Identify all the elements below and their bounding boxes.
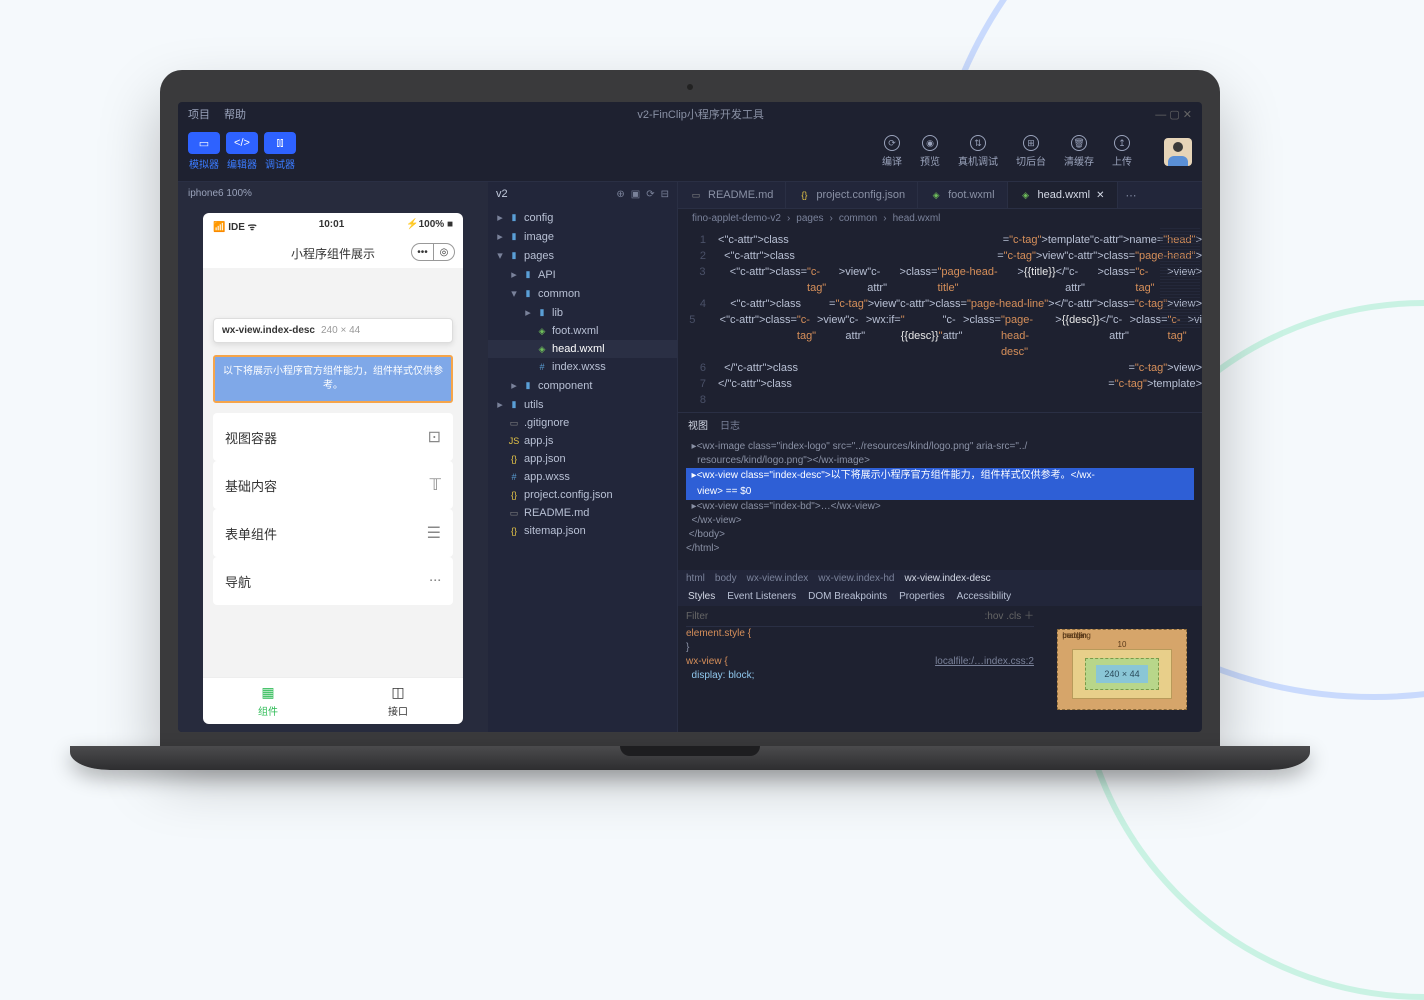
tree-node[interactable]: ◈head.wxml [488, 340, 677, 358]
phone-tab[interactable]: ▦组件 [203, 678, 333, 724]
editor-tab[interactable]: ▭README.md [678, 182, 786, 208]
camera-dot [687, 84, 693, 90]
devtools-panel: 视图 日志 ▸<wx-image class="index-logo" src=… [678, 412, 1202, 732]
style-tab[interactable]: Properties [899, 591, 945, 602]
highlight-overlay: 以下将展示小程序官方组件能力，组件样式仅供参考。 [213, 355, 453, 403]
mode-editor-btn[interactable]: </> [226, 132, 258, 154]
refresh-icon[interactable]: ⟳ [646, 189, 654, 200]
inspect-tooltip: wx-view.index-desc240 × 44 [213, 318, 453, 343]
tool-预览[interactable]: ◉预览 [920, 135, 940, 168]
styles-filter[interactable]: Filter [686, 610, 708, 624]
tree-node[interactable]: ▾▮pages [488, 246, 677, 265]
new-file-icon[interactable]: ⊕ [616, 189, 624, 200]
crumb-seg[interactable]: pages [796, 213, 823, 224]
mode-debugger-btn[interactable]: ⫾⫾ [264, 132, 296, 154]
capsule-menu-icon[interactable]: ••• [411, 243, 433, 261]
new-folder-icon[interactable]: ▣ [631, 189, 640, 200]
tree-node[interactable]: ▸▮lib [488, 303, 677, 322]
tree-node[interactable]: {}project.config.json [488, 486, 677, 504]
editor-tab[interactable]: ◈foot.wxml [918, 182, 1007, 208]
style-tab[interactable]: Event Listeners [727, 591, 796, 602]
ide-window: 项目 帮助 v2-FinClip小程序开发工具 — ▢ ✕ ▭ </> ⫾⫾ 模… [178, 102, 1202, 732]
tree-node[interactable]: ▭.gitignore [488, 414, 677, 432]
menubar: 项目 帮助 v2-FinClip小程序开发工具 — ▢ ✕ [178, 102, 1202, 126]
style-tab[interactable]: Styles [688, 591, 715, 602]
menu-item[interactable]: 导航ᐧᐧᐧ [213, 557, 453, 605]
tree-root-label: v2 [496, 188, 508, 200]
mode-debugger-label: 调试器 [265, 156, 295, 171]
tree-node[interactable]: JSapp.js [488, 432, 677, 450]
minimap[interactable] [1160, 228, 1200, 328]
phone-tab[interactable]: ◫接口 [333, 678, 463, 724]
tool-编译[interactable]: ⟳编译 [882, 135, 902, 168]
menu-item[interactable]: 基础内容𝕋 [213, 461, 453, 509]
tree-node[interactable]: ◈foot.wxml [488, 322, 677, 340]
style-tab[interactable]: Accessibility [957, 591, 1011, 602]
phone-status-right: ⚡100% ■ [406, 219, 453, 233]
simulator-panel: iphone6 100% 📶 IDE ᯤ 10:01 ⚡100% ■ 小程序组件… [178, 182, 488, 732]
toolbar: ▭ </> ⫾⫾ 模拟器 编辑器 调试器 ⟳编译 ◉预览 ⇅真机调试 ⊞切后台 🗑清缓存… [178, 126, 1202, 181]
editor-tab[interactable]: {}project.config.json [786, 182, 918, 208]
styles-hov[interactable]: :hov .cls ＋ [985, 610, 1034, 624]
menu-help[interactable]: 帮助 [224, 106, 246, 122]
tool-上传[interactable]: ↥上传 [1112, 135, 1132, 168]
dom-crumb[interactable]: wx-view.index-hd [818, 573, 894, 584]
window-title: v2-FinClip小程序开发工具 [637, 106, 764, 122]
menu-item[interactable]: 视图容器⊡ [213, 413, 453, 461]
file-tree-panel: v2 ⊕ ▣ ⟳ ⊟ ▸▮config▸▮image▾▮pages▸▮API▾▮… [488, 182, 678, 732]
tool-清缓存[interactable]: 🗑清缓存 [1064, 135, 1094, 168]
laptop-frame: 项目 帮助 v2-FinClip小程序开发工具 — ▢ ✕ ▭ </> ⫾⫾ 模… [160, 70, 1220, 770]
menu-project[interactable]: 项目 [188, 106, 210, 122]
collapse-icon[interactable]: ⊟ [661, 189, 669, 200]
phone-status-time: 10:01 [319, 219, 345, 233]
box-model: margin 10 border padding 240 × 44 [1042, 606, 1202, 732]
mode-editor-label: 编辑器 [227, 156, 257, 171]
tree-node[interactable]: #app.wxss [488, 468, 677, 486]
tool-切后台[interactable]: ⊞切后台 [1016, 135, 1046, 168]
dom-crumb[interactable]: wx-view.index [747, 573, 809, 584]
simulator-device-label: iphone6 100% [178, 182, 488, 205]
phone-preview: 📶 IDE ᯤ 10:01 ⚡100% ■ 小程序组件展示 ••• ◎ wx-v… [203, 213, 463, 724]
tree-node[interactable]: ▸▮image [488, 227, 677, 246]
crumb-seg[interactable]: head.wxml [893, 213, 941, 224]
phone-status-left: 📶 IDE ᯤ [213, 219, 257, 233]
mode-simulator-label: 模拟器 [189, 156, 219, 171]
style-tab[interactable]: DOM Breakpoints [808, 591, 887, 602]
tree-node[interactable]: #index.wxss [488, 358, 677, 376]
mode-simulator-btn[interactable]: ▭ [188, 132, 220, 154]
tabs-more-icon[interactable]: ⋯ [1118, 189, 1145, 202]
dom-crumb[interactable]: wx-view.index-desc [904, 573, 990, 584]
crumb-seg[interactable]: fino-applet-demo-v2 [692, 213, 781, 224]
menu-item[interactable]: 表单组件☰ [213, 509, 453, 557]
tree-node[interactable]: ▭README.md [488, 504, 677, 522]
window-controls[interactable]: — ▢ ✕ [1155, 108, 1192, 121]
editor-tab[interactable]: ◈head.wxml✕ [1008, 182, 1118, 208]
avatar[interactable] [1164, 138, 1192, 166]
phone-page-title: 小程序组件展示 [291, 247, 375, 261]
crumb-seg[interactable]: common [839, 213, 877, 224]
capsule-close-icon[interactable]: ◎ [433, 243, 455, 261]
devtools-tab-view[interactable]: 视图 [688, 417, 708, 432]
tree-node[interactable]: {}sitemap.json [488, 522, 677, 540]
tree-node[interactable]: ▸▮component [488, 376, 677, 395]
tree-node[interactable]: ▸▮API [488, 265, 677, 284]
devtools-tab-log[interactable]: 日志 [720, 417, 740, 432]
tree-node[interactable]: ▸▮utils [488, 395, 677, 414]
tree-node[interactable]: ▸▮config [488, 208, 677, 227]
tree-node[interactable]: ▾▮common [488, 284, 677, 303]
tree-node[interactable]: {}app.json [488, 450, 677, 468]
tool-真机调试[interactable]: ⇅真机调试 [958, 135, 998, 168]
dom-crumb[interactable]: html [686, 573, 705, 584]
editor-area: ▭README.md{}project.config.json◈foot.wxm… [678, 182, 1202, 732]
dom-crumb[interactable]: body [715, 573, 737, 584]
